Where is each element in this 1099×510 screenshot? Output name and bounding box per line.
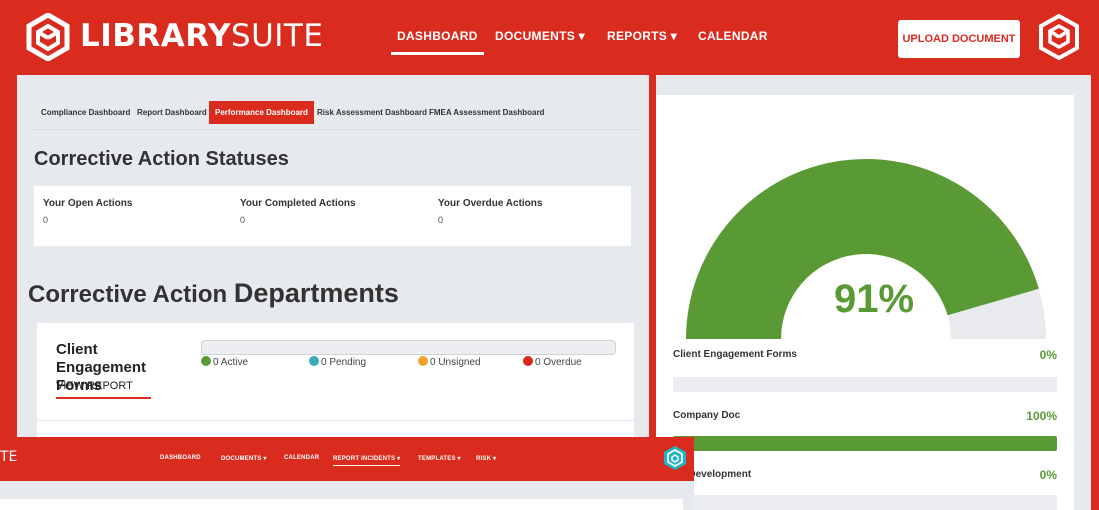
- overlay-nav-templates[interactable]: TEMPLATES ▾: [418, 455, 461, 462]
- overdue-actions-label: Your Overdue Actions: [438, 198, 543, 209]
- legend-unsigned: 0 Unsigned: [418, 356, 481, 368]
- library-logo-icon[interactable]: [26, 13, 70, 61]
- card-divider: [37, 420, 634, 421]
- department-progress-bar: [201, 340, 616, 355]
- view-report-link[interactable]: VIEW REPORT: [56, 380, 151, 399]
- overlay-nav-dashboard[interactable]: DASHBOARD: [160, 455, 201, 461]
- statuses-title: Corrective Action Statuses: [34, 148, 289, 170]
- account-icon[interactable]: [1038, 14, 1080, 60]
- overlay-navbar: TE DASHBOARD DOCUMENTS ▾ CALENDAR REPORT…: [0, 437, 694, 481]
- overlay-nav-risk[interactable]: RISK ▾: [476, 455, 496, 462]
- legend-overdue: 0 Overdue: [523, 356, 582, 368]
- frame-left: [0, 75, 17, 437]
- dept-row-bar: [673, 377, 1057, 392]
- open-actions-label: Your Open Actions: [43, 198, 133, 209]
- dept-row-fill: [673, 436, 1057, 451]
- dept-row-label: Client Engagement Forms: [673, 349, 797, 360]
- tab-report[interactable]: Report Dashboard: [137, 108, 207, 117]
- unsigned-dot-icon: [418, 356, 428, 366]
- gauge-percent: 91%: [834, 277, 915, 321]
- frame-divider: [649, 75, 656, 437]
- completed-actions-label: Your Completed Actions: [240, 198, 356, 209]
- overdue-dot-icon: [523, 356, 533, 366]
- statuses-card: Your Open Actions 0 Your Completed Actio…: [34, 186, 631, 246]
- nav-reports[interactable]: REPORTS ▾: [607, 29, 677, 43]
- nav-documents[interactable]: DOCUMENTS ▾: [495, 29, 585, 43]
- overlay-account-icon[interactable]: [663, 445, 687, 471]
- upload-document-button[interactable]: UPLOAD DOCUMENT: [898, 20, 1020, 58]
- departments-title-part2: Departments: [233, 278, 399, 308]
- overlay-nav-report-incidents[interactable]: REPORT INCIDENTS ▾: [333, 455, 401, 466]
- dashboard-tabs: Compliance Dashboard Report Dashboard Pe…: [33, 101, 638, 130]
- brand-name[interactable]: LIBRARYSUITE: [80, 18, 323, 54]
- active-dot-icon: [201, 356, 211, 366]
- overlay-nav-documents[interactable]: DOCUMENTS ▾: [221, 455, 267, 462]
- tab-risk-assessment[interactable]: Risk Assessment Dashboard: [317, 108, 427, 117]
- overdue-actions-value: 0: [438, 215, 444, 225]
- tab-fmea-assessment[interactable]: FMEA Assessment Dashboard: [429, 108, 544, 117]
- dept-row-bar: [673, 495, 1057, 510]
- performance-panel: 91% Client Engagement Forms 0% Company D…: [656, 95, 1074, 510]
- departments-title: Corrective Action Departments: [28, 278, 399, 309]
- top-navbar: LIBRARYSUITE DASHBOARD DOCUMENTS ▾ REPOR…: [0, 0, 1099, 75]
- overlay-brand-text[interactable]: TE: [0, 449, 17, 465]
- dept-row-label: Company Doc: [673, 410, 741, 421]
- legend-pending: 0 Pending: [309, 356, 366, 368]
- completed-actions-value: 0: [240, 215, 246, 225]
- dept-row-pct: 0%: [1039, 468, 1057, 482]
- departments-title-part1: Corrective Action: [28, 281, 228, 308]
- dept-row-bar: [673, 436, 1057, 451]
- nav-calendar[interactable]: CALENDAR: [698, 29, 768, 43]
- open-actions-value: 0: [43, 215, 49, 225]
- dept-row-pct: 0%: [1039, 348, 1057, 362]
- tab-performance[interactable]: Performance Dashboard: [209, 101, 314, 124]
- pending-dot-icon: [309, 356, 319, 366]
- dept-row-pct: 100%: [1026, 409, 1057, 423]
- nav-dashboard[interactable]: DASHBOARD: [391, 29, 484, 55]
- legend-active: 0 Active: [201, 356, 248, 368]
- overlay-content: [0, 499, 683, 510]
- frame-right: [1091, 75, 1099, 510]
- overlay-nav-calendar[interactable]: CALENDAR: [284, 455, 319, 461]
- tab-compliance[interactable]: Compliance Dashboard: [41, 108, 130, 117]
